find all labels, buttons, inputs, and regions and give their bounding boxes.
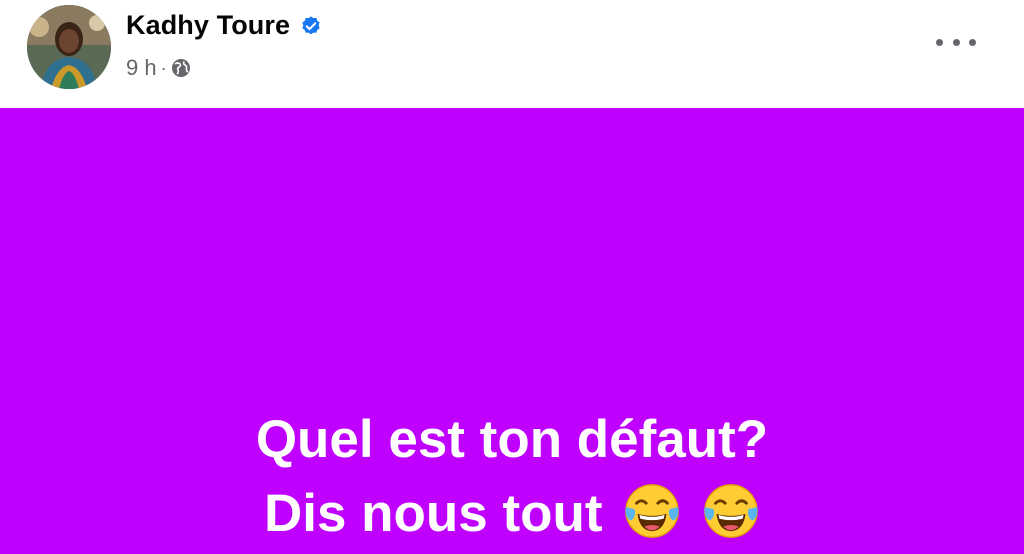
post-meta: 9 h · (126, 55, 191, 81)
more-dot (969, 38, 976, 46)
author-name[interactable]: Kadhy Toure (126, 10, 290, 41)
more-options-icon[interactable] (936, 30, 976, 54)
tears-of-joy-emoji (704, 484, 758, 538)
meta-separator: · (160, 57, 167, 78)
more-dot (952, 38, 960, 46)
tears-of-joy-emoji (625, 484, 680, 538)
post-background[interactable]: Quel est ton défaut? Dis nous tout (0, 108, 1024, 554)
post-header: Kadhy Toure 9 h · (0, 0, 1024, 108)
post-timestamp[interactable]: 9 h (126, 55, 157, 81)
author-row: Kadhy Toure (126, 10, 322, 41)
post-line-1: Quel est ton défaut? (255, 410, 769, 469)
globe-icon[interactable] (171, 58, 191, 78)
verified-badge-icon (302, 15, 320, 34)
post-line-2-wrap: Dis nous tout (0, 477, 1024, 551)
post-text: Quel est ton défaut? Dis nous tout (0, 403, 1024, 551)
more-dot (936, 38, 943, 46)
post-line-2: Dis nous tout (263, 484, 603, 543)
avatar[interactable] (27, 5, 111, 89)
